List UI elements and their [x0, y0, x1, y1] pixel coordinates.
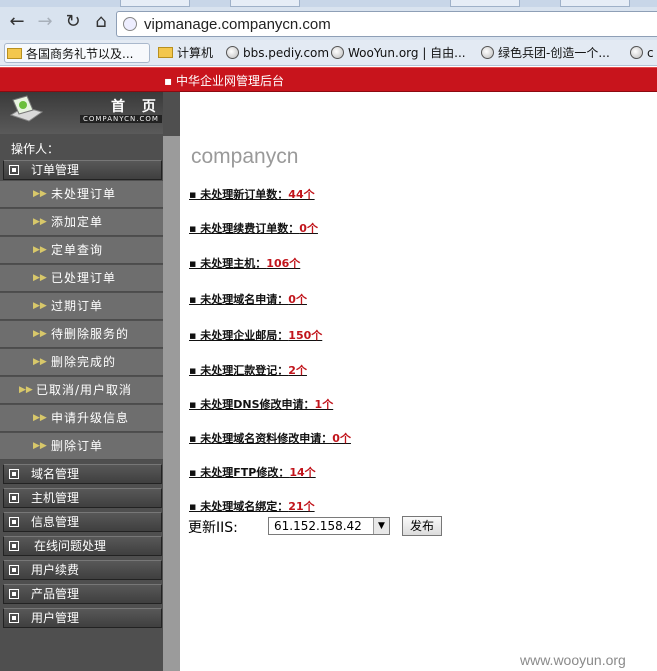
logo-area[interactable]: 首 页 COMPANYCN.COM	[0, 92, 163, 134]
browser-tab[interactable]	[120, 0, 190, 7]
tab-strip	[0, 0, 657, 7]
menu-group-info[interactable]: 信息管理	[3, 512, 162, 532]
page-icon	[123, 17, 137, 31]
sidebar-item-add-order[interactable]: ▶▶ 添加定单	[0, 209, 163, 236]
menu-group-orders[interactable]: 订单管理	[3, 160, 162, 180]
double-arrow-icon: ▶▶	[33, 217, 47, 227]
admin-banner: ▪ 中华企业网管理后台	[0, 67, 657, 92]
bookmarks-bar: 各国商务礼节以及... 计算机 bbs.pediy.com WooYun.org…	[0, 40, 657, 66]
sidebar-item-upgrade-requests[interactable]: ▶▶ 申请升级信息	[0, 405, 163, 432]
expand-box-icon	[9, 541, 19, 551]
sidebar-item-deleted[interactable]: ▶▶ 删除完成的	[0, 349, 163, 376]
double-arrow-icon: ▶▶	[33, 329, 47, 339]
back-icon[interactable]: ←	[6, 11, 28, 33]
menu-group-products[interactable]: 产品管理	[3, 584, 162, 604]
publish-button[interactable]: 发布	[402, 516, 442, 536]
globe-icon	[226, 46, 239, 59]
stat-domain-binding[interactable]: ▪ 未处理域名绑定：21个	[189, 498, 315, 514]
address-url[interactable]: vipmanage.companycn.com	[144, 16, 331, 33]
reload-icon[interactable]: ↻	[62, 11, 84, 33]
globe-icon	[331, 46, 344, 59]
expand-box-icon	[9, 589, 19, 599]
sidebar-item-expired-orders[interactable]: ▶▶ 过期订单	[0, 293, 163, 320]
double-arrow-icon: ▶▶	[33, 189, 47, 199]
address-bar[interactable]: vipmanage.companycn.com	[116, 11, 657, 37]
operator-label: 操作人：	[11, 142, 60, 156]
expand-box-icon	[9, 493, 19, 503]
chevron-down-icon[interactable]: ▼	[373, 518, 389, 534]
menu-group-online-issues[interactable]: 在线问题处理	[3, 536, 162, 556]
double-arrow-icon: ▶▶	[33, 441, 47, 451]
menu-group-hosts[interactable]: 主机管理	[3, 488, 162, 508]
sidebar-item-order-query[interactable]: ▶▶ 定单查询	[0, 237, 163, 264]
brand-title: companycn	[191, 145, 299, 168]
double-arrow-icon: ▶▶	[19, 385, 33, 395]
folder-icon	[7, 48, 22, 59]
browser-tab[interactable]	[560, 0, 630, 7]
stat-renewal-orders[interactable]: ▪ 未处理续费订单数：0个	[189, 220, 318, 236]
sidebar-item-unprocessed-orders[interactable]: ▶▶ 未处理订单	[0, 181, 163, 208]
globe-icon	[481, 46, 494, 59]
bookmark-item[interactable]: 绿色兵团-创造一个...	[481, 43, 610, 63]
stat-hosts[interactable]: ▪ 未处理主机：106个	[189, 255, 300, 271]
double-arrow-icon: ▶▶	[33, 301, 47, 311]
stat-ftp-changes[interactable]: ▪ 未处理FTP修改：14个	[189, 464, 316, 480]
folder-icon	[158, 47, 173, 58]
home-icon[interactable]: ⌂	[90, 11, 112, 33]
menu-group-renewals[interactable]: 用户续费	[3, 560, 162, 580]
expand-box-icon	[9, 565, 19, 575]
sidebar-divider	[163, 136, 180, 671]
expand-box-icon	[9, 517, 19, 527]
sidebar-item-processed-orders[interactable]: ▶▶ 已处理订单	[0, 265, 163, 292]
bookmark-item[interactable]: WooYun.org | 自由...	[331, 43, 466, 63]
expand-box-icon	[9, 165, 19, 175]
bookmark-item[interactable]: c	[630, 43, 654, 63]
bookmark-item[interactable]: bbs.pediy.com	[226, 43, 329, 63]
iis-select[interactable]: 61.152.158.42 ▼	[268, 517, 390, 535]
menu-group-users[interactable]: 用户管理	[3, 608, 162, 628]
browser-tab[interactable]	[230, 0, 300, 7]
admin-title: ▪ 中华企业网管理后台	[164, 74, 284, 88]
iis-label: 更新IIS:	[188, 520, 238, 536]
expand-box-icon	[9, 469, 19, 479]
watermark: www.wooyun.org	[520, 652, 626, 668]
sidebar-item-pending-delete[interactable]: ▶▶ 待删除服务的	[0, 321, 163, 348]
home-link[interactable]: 首 页	[111, 96, 162, 116]
stat-domain-info-changes[interactable]: ▪ 未处理域名资料修改申请：0个	[189, 430, 351, 446]
sidebar-item-cancelled[interactable]: ▶▶ 已取消/用户取消	[0, 377, 163, 404]
bookmark-item[interactable]: 各国商务礼节以及...	[4, 43, 150, 63]
forward-icon[interactable]: →	[34, 11, 56, 33]
stat-new-orders[interactable]: ▪ 未处理新订单数：44个	[189, 186, 315, 202]
stat-remittance[interactable]: ▪ 未处理汇款登记：2个	[189, 362, 307, 378]
double-arrow-icon: ▶▶	[33, 357, 47, 367]
logo-subtitle: COMPANYCN.COM	[80, 115, 162, 123]
sidebar: 首 页 COMPANYCN.COM 操作人： 订单管理 ▶▶ 未处理订单 ▶▶ 添加…	[0, 92, 180, 671]
menu-group-domains[interactable]: 域名管理	[3, 464, 162, 484]
double-arrow-icon: ▶▶	[33, 413, 47, 423]
sidebar-item-delete-order[interactable]: ▶▶ 删除订单	[0, 433, 163, 460]
globe-icon	[630, 46, 643, 59]
stat-dns-changes[interactable]: ▪ 未处理DNS修改申请：1个	[189, 396, 333, 412]
expand-box-icon	[9, 613, 19, 623]
browser-toolbar: ← → ↻ ⌂ vipmanage.companycn.com	[0, 0, 657, 40]
double-arrow-icon: ▶▶	[33, 273, 47, 283]
stat-enterprise-mail[interactable]: ▪ 未处理企业邮局：150个	[189, 327, 322, 343]
stat-domain-requests[interactable]: ▪ 未处理域名申请：0个	[189, 291, 307, 307]
laptop-icon	[9, 95, 43, 122]
browser-tab[interactable]	[450, 0, 520, 7]
bookmark-item[interactable]: 计算机	[158, 43, 213, 63]
double-arrow-icon: ▶▶	[33, 245, 47, 255]
